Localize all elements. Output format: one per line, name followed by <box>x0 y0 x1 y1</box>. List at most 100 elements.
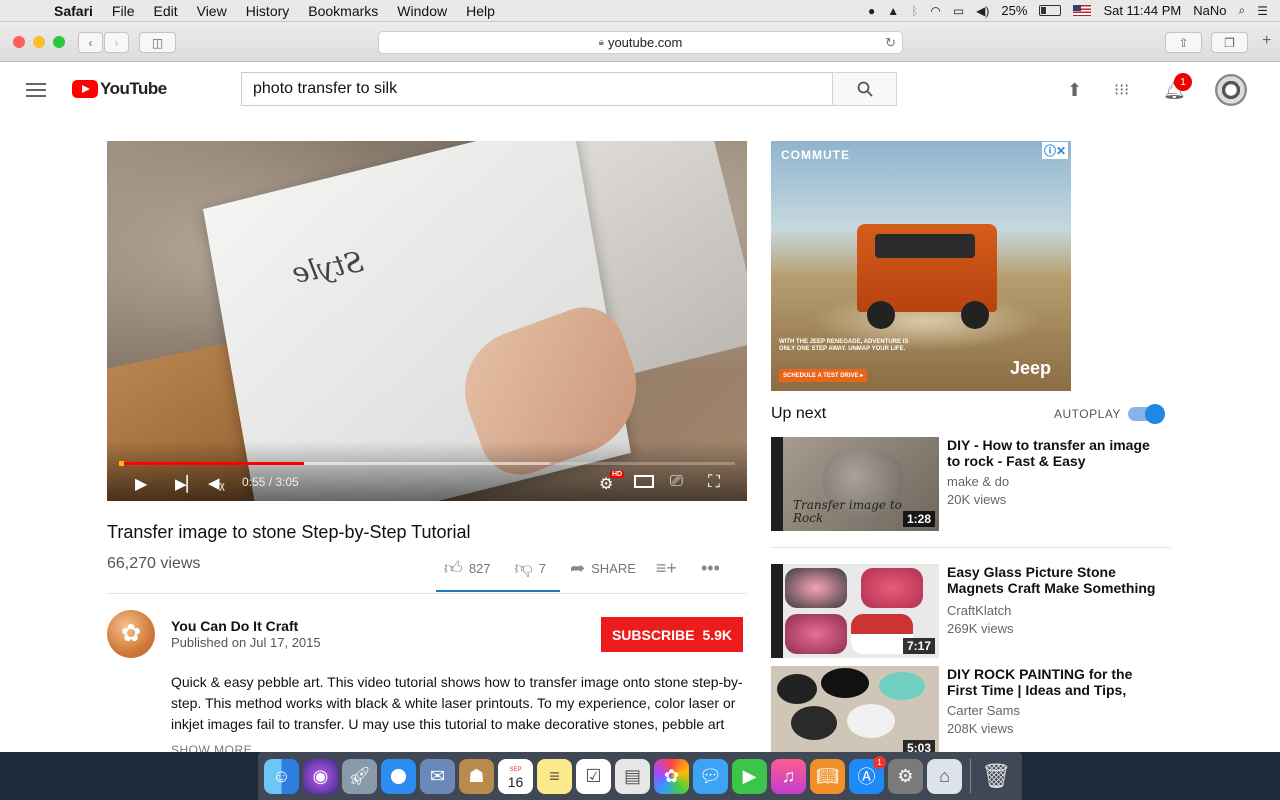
youtube-logo-text: YouTube <box>100 79 167 98</box>
video-player[interactable]: Style ▶ ▶▏ ◀ᵪ 0:55 / 3:05 ⚙ HD ⎚ ⛶ <box>107 141 747 501</box>
recommendation-item[interactable]: 5:03 DIY ROCK PAINTING for the First Tim… <box>771 666 1171 752</box>
thumbnail-side-strip <box>771 437 783 531</box>
menu-window[interactable]: Window <box>397 3 447 19</box>
menu-help[interactable]: Help <box>466 3 495 19</box>
channel-avatar[interactable] <box>107 610 155 658</box>
app-store-icon[interactable]: Ⓐ 1 <box>849 755 886 794</box>
subscribe-button[interactable]: SUBSCRIBE 5.9K <box>601 617 743 652</box>
player-controls-shade <box>107 441 747 501</box>
share-button[interactable]: ⇧ <box>1165 32 1202 53</box>
recommendation-title[interactable]: DIY ROCK PAINTING for the First Time | I… <box>947 666 1157 698</box>
dislike-button[interactable]: 👎︎ 7 <box>515 557 547 579</box>
zoom-window-button[interactable] <box>53 36 65 48</box>
play-icon[interactable]: ▶ <box>135 474 147 494</box>
menu-edit[interactable]: Edit <box>153 3 177 19</box>
address-bar[interactable]: 🔒︎ youtube.com ↻ <box>378 31 903 54</box>
back-button[interactable]: ‹ <box>78 32 103 53</box>
forward-button[interactable]: › <box>104 32 129 53</box>
recommendation-title[interactable]: DIY - How to transfer an image to rock -… <box>947 437 1157 469</box>
menu-app-name[interactable]: Safari <box>54 3 93 19</box>
launchpad-icon[interactable]: 🚀︎ <box>342 758 377 794</box>
bluetooth-icon[interactable]: ᛒ <box>911 4 918 18</box>
ad-cta-button[interactable]: SCHEDULE A TEST DRIVE ▸ <box>779 369 868 382</box>
drive-icon[interactable]: ▲ <box>887 4 899 18</box>
jeep-ad-banner[interactable]: COMMUTE WITH THE JEEP RENEGADE, ADVENTUR… <box>771 141 1071 391</box>
more-actions-icon[interactable]: ••• <box>701 558 720 579</box>
spotlight-search-icon[interactable]: ⌕ <box>1239 3 1246 18</box>
share-button[interactable]: ➦ SHARE <box>570 558 636 579</box>
recommendation-thumbnail[interactable]: 7:17 <box>771 564 939 658</box>
like-button[interactable]: 👍︎ 827 <box>444 557 491 579</box>
calendar-icon[interactable]: SEP 16 <box>498 758 533 794</box>
finder-icon[interactable]: ☺ <box>264 758 299 794</box>
youtube-logo[interactable]: YouTube <box>72 79 167 99</box>
add-to-playlist-icon[interactable]: ≡+ <box>656 558 677 579</box>
volume-icon[interactable]: ◀︎) <box>976 4 989 18</box>
publish-date: Published on Jul 17, 2015 <box>171 635 321 650</box>
photos-icon[interactable]: ✿ <box>654 758 689 794</box>
malwarebytes-icon[interactable]: ● <box>868 4 875 18</box>
ibooks-icon[interactable]: 📖︎ <box>810 758 845 794</box>
notes-icon[interactable]: ≡ <box>537 758 572 794</box>
system-preferences-icon[interactable]: ⚙ <box>888 758 923 794</box>
menu-bookmarks[interactable]: Bookmarks <box>308 3 378 19</box>
thumbnail-painted-rock <box>821 668 869 698</box>
theater-mode-icon[interactable] <box>634 475 654 488</box>
show-more-button[interactable]: SHOW MORE <box>171 743 252 752</box>
safari-icon[interactable]: ✧ <box>381 758 416 794</box>
dock-separator <box>970 759 971 793</box>
recommendation-thumbnail[interactable]: 5:03 <box>771 666 939 752</box>
search-input[interactable] <box>241 72 833 106</box>
recommendation-item[interactable]: 7:17 Easy Glass Picture Stone Magnets Cr… <box>771 564 1171 658</box>
up-next-divider <box>771 547 1171 548</box>
xcode-instruments-icon[interactable]: ⌂ <box>927 758 962 794</box>
battery-icon[interactable] <box>1039 5 1062 16</box>
recommendation-title[interactable]: Easy Glass Picture Stone Magnets Craft M… <box>947 564 1157 596</box>
airplay-icon[interactable]: ⎚ <box>670 473 683 491</box>
next-video-icon[interactable]: ▶▏ <box>175 475 198 493</box>
apps-grid-icon[interactable]: ⁝⁝⁝ <box>1114 80 1129 100</box>
progress-bar[interactable] <box>119 461 735 466</box>
wifi-icon[interactable]: ◠ <box>930 4 940 18</box>
trash-icon[interactable]: 🗑︎ <box>979 759 1014 794</box>
itunes-icon[interactable]: ♫ <box>771 758 806 794</box>
close-window-button[interactable] <box>13 36 25 48</box>
volume-muted-icon[interactable]: ◀ᵪ <box>208 474 225 492</box>
contacts-icon[interactable]: ☗ <box>459 758 494 794</box>
search-button[interactable] <box>832 72 897 106</box>
messages-icon[interactable]: 💬︎ <box>693 758 728 794</box>
upload-icon[interactable]: ⬆ <box>1067 80 1082 101</box>
notification-center-icon[interactable]: ☰ <box>1257 4 1268 18</box>
menu-view[interactable]: View <box>197 3 227 19</box>
menu-file[interactable]: File <box>112 3 135 19</box>
ad-brand-logo: Jeep <box>1010 358 1052 378</box>
youtube-play-logo-icon <box>72 80 98 98</box>
reminders-icon[interactable]: ☑ <box>576 758 611 794</box>
airplay-icon[interactable]: ▭ <box>953 4 964 18</box>
autoplay-toggle[interactable] <box>1128 404 1165 424</box>
new-tab-icon[interactable]: + <box>1262 32 1271 50</box>
minimize-window-button[interactable] <box>33 36 45 48</box>
recommendation-thumbnail[interactable]: Transfer image to Rock 1:28 <box>771 437 939 531</box>
ad-choices-close-icon[interactable]: ⓘ✕ <box>1041 142 1068 159</box>
guide-menu-icon[interactable] <box>26 83 46 97</box>
thumbnail-caption: Transfer image to Rock <box>793 498 902 525</box>
preview-icon[interactable]: ▤ <box>615 758 650 794</box>
menubar-user[interactable]: NaNo <box>1193 3 1226 18</box>
recommendation-item[interactable]: Transfer image to Rock 1:28 DIY - How to… <box>771 437 1171 531</box>
account-avatar[interactable] <box>1215 74 1247 106</box>
video-duration: 1:28 <box>902 511 935 527</box>
input-source-flag-icon[interactable] <box>1073 5 1092 16</box>
siri-icon[interactable]: ◉ <box>303 758 338 794</box>
channel-name[interactable]: You Can Do It Craft <box>171 618 298 634</box>
sidebar-toggle-button[interactable]: ◫ <box>139 32 176 53</box>
mail-stamp-icon[interactable]: ✉ <box>420 758 455 794</box>
facetime-icon[interactable]: ▶ <box>732 758 767 794</box>
reload-icon[interactable]: ↻ <box>885 35 896 51</box>
show-tabs-button[interactable]: ❐ <box>1211 32 1248 53</box>
thumbnail-painted-rock <box>847 704 895 738</box>
menubar-clock[interactable]: Sat 11:44 PM <box>1103 3 1181 18</box>
menu-history[interactable]: History <box>246 3 290 19</box>
fullscreen-icon[interactable]: ⛶ <box>708 472 720 492</box>
video-duration: 5:03 <box>902 740 935 752</box>
